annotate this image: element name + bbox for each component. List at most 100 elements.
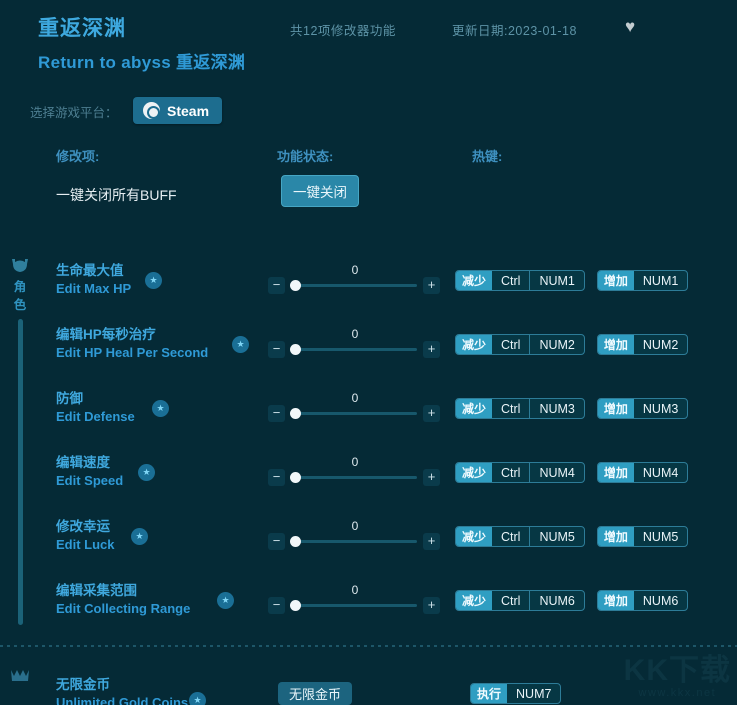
decrease-hotkey[interactable]: 减少 Ctrl NUM2 bbox=[455, 334, 585, 355]
decrease-key-label: NUM6 bbox=[539, 593, 575, 608]
increase-hotkey[interactable]: 增加 NUM1 bbox=[596, 270, 689, 291]
slider-track[interactable] bbox=[293, 604, 417, 607]
slider-track[interactable] bbox=[293, 412, 417, 415]
decrease-modifier-label: Ctrl bbox=[492, 463, 531, 482]
slider-track[interactable] bbox=[293, 476, 417, 479]
platform-row: 选择游戏平台： bbox=[0, 88, 737, 130]
disable-all-buff-button[interactable]: 一键关闭 bbox=[281, 175, 359, 207]
update-date: 更新日期:2023-01-18 bbox=[452, 24, 577, 38]
decrease-button[interactable]: − bbox=[268, 469, 285, 486]
row-label-en: Edit HP Heal Per Second bbox=[56, 345, 209, 360]
increase-button[interactable]: + bbox=[423, 533, 440, 550]
slider-track[interactable] bbox=[293, 540, 417, 543]
row-labels: 编辑采集范围 Edit Collecting Range ★ bbox=[56, 582, 234, 618]
platform-steam-button[interactable]: Steam bbox=[133, 97, 223, 124]
decrease-key-label: NUM3 bbox=[539, 401, 575, 416]
unlimited-gold-button[interactable]: 无限金币 bbox=[278, 682, 352, 705]
decrease-action-label: 减少 bbox=[456, 591, 493, 610]
increase-hotkey[interactable]: 增加 NUM6 bbox=[596, 590, 689, 611]
decrease-hotkey[interactable]: 减少 Ctrl NUM6 bbox=[455, 590, 585, 611]
decrease-hotkey[interactable]: 减少 Ctrl NUM1 bbox=[455, 270, 585, 291]
favorite-heart-icon[interactable]: ♥ bbox=[625, 18, 635, 35]
increase-action-label: 增加 bbox=[597, 527, 634, 546]
slider-thumb[interactable] bbox=[290, 472, 301, 483]
row-labels: 生命最大值 Edit Max HP ★ bbox=[56, 262, 162, 298]
value-slider[interactable]: 0 − + bbox=[268, 519, 440, 554]
decrease-button[interactable]: − bbox=[268, 405, 285, 422]
star-badge-icon[interactable]: ★ bbox=[189, 692, 206, 705]
slider-track[interactable] bbox=[293, 284, 417, 287]
hotkey-group: 减少 Ctrl NUM3 增加 NUM3 bbox=[455, 398, 689, 419]
increase-action-label: 增加 bbox=[597, 591, 634, 610]
execute-hotkey[interactable]: 执行 NUM7 bbox=[470, 683, 562, 704]
slider-thumb[interactable] bbox=[290, 408, 301, 419]
increase-button[interactable]: + bbox=[423, 597, 440, 614]
hotkey-group: 减少 Ctrl NUM4 增加 NUM4 bbox=[455, 462, 689, 483]
slider-thumb[interactable] bbox=[290, 600, 301, 611]
increase-action-label: 增加 bbox=[597, 271, 634, 290]
hotkey-group: 减少 Ctrl NUM5 增加 NUM5 bbox=[455, 526, 689, 547]
slider-value: 0 bbox=[351, 327, 359, 341]
decrease-hotkey[interactable]: 减少 Ctrl NUM4 bbox=[455, 462, 585, 483]
section-divider bbox=[0, 645, 737, 647]
increase-button[interactable]: + bbox=[423, 469, 440, 486]
bottom-row-label-en: Unlimited Gold Coins bbox=[56, 695, 189, 705]
value-slider[interactable]: 0 − + bbox=[268, 583, 440, 618]
value-slider[interactable]: 0 − + bbox=[268, 391, 440, 426]
decrease-button[interactable]: − bbox=[268, 341, 285, 358]
decrease-action-label: 减少 bbox=[456, 271, 493, 290]
decrease-button[interactable]: − bbox=[268, 277, 285, 294]
page-title-cn: 重返深渊 bbox=[38, 17, 126, 40]
slider-thumb[interactable] bbox=[290, 280, 301, 291]
row-label-en: Edit Speed bbox=[56, 473, 124, 488]
page-title-en: Return to abyss 重返深渊 bbox=[38, 53, 246, 72]
row-labels: 编辑HP每秒治疗 Edit HP Heal Per Second ★ bbox=[56, 326, 249, 362]
decrease-modifier-label: Ctrl bbox=[492, 591, 531, 610]
modifier-row: 编辑速度 Edit Speed ★ 0 − + 减少 Ctrl NUM4 增加 … bbox=[0, 450, 737, 506]
star-badge-icon[interactable]: ★ bbox=[232, 336, 249, 353]
increase-button[interactable]: + bbox=[423, 277, 440, 294]
increase-key-label: NUM5 bbox=[642, 529, 679, 544]
star-badge-icon[interactable]: ★ bbox=[131, 528, 148, 545]
watermark-url: www.kkx.net bbox=[638, 687, 717, 699]
increase-hotkey[interactable]: 增加 NUM5 bbox=[596, 526, 689, 547]
star-badge-icon[interactable]: ★ bbox=[145, 272, 162, 289]
increase-key-label: NUM3 bbox=[642, 401, 679, 416]
decrease-hotkey[interactable]: 减少 Ctrl NUM5 bbox=[455, 526, 585, 547]
hotkey-group: 减少 Ctrl NUM1 增加 NUM1 bbox=[455, 270, 689, 291]
slider-thumb[interactable] bbox=[290, 344, 301, 355]
bottom-hotkey-group[interactable]: 执行 NUM7 bbox=[470, 683, 562, 704]
row-label-en: Edit Max HP bbox=[56, 281, 132, 296]
slider-thumb[interactable] bbox=[290, 536, 301, 547]
decrease-button[interactable]: − bbox=[268, 597, 285, 614]
increase-button[interactable]: + bbox=[423, 405, 440, 422]
decrease-action-label: 减少 bbox=[456, 527, 493, 546]
decrease-action-label: 减少 bbox=[456, 463, 493, 482]
value-slider[interactable]: 0 − + bbox=[268, 263, 440, 298]
increase-hotkey[interactable]: 增加 NUM2 bbox=[596, 334, 689, 355]
increase-button[interactable]: + bbox=[423, 341, 440, 358]
increase-hotkey[interactable]: 增加 NUM3 bbox=[596, 398, 689, 419]
platform-steam-label: Steam bbox=[167, 102, 210, 119]
buff-row-label: 一键关闭所有BUFF bbox=[56, 187, 177, 203]
decrease-modifier-label: Ctrl bbox=[492, 271, 531, 290]
decrease-button[interactable]: − bbox=[268, 533, 285, 550]
modifier-row: 防御 Edit Defense ★ 0 − + 减少 Ctrl NUM3 增加 … bbox=[0, 386, 737, 442]
value-slider[interactable]: 0 − + bbox=[268, 455, 440, 490]
row-labels: 防御 Edit Defense ★ bbox=[56, 390, 169, 426]
slider-track[interactable] bbox=[293, 348, 417, 351]
star-badge-icon[interactable]: ★ bbox=[152, 400, 169, 417]
hotkey-group: 减少 Ctrl NUM6 增加 NUM6 bbox=[455, 590, 689, 611]
slider-value: 0 bbox=[351, 455, 359, 469]
star-badge-icon[interactable]: ★ bbox=[217, 592, 234, 609]
decrease-hotkey[interactable]: 减少 Ctrl NUM3 bbox=[455, 398, 585, 419]
star-badge-icon[interactable]: ★ bbox=[138, 464, 155, 481]
increase-hotkey[interactable]: 增加 NUM4 bbox=[596, 462, 689, 483]
hotkey-group: 减少 Ctrl NUM2 增加 NUM2 bbox=[455, 334, 689, 355]
slider-value: 0 bbox=[351, 391, 359, 405]
increase-action-label: 增加 bbox=[597, 399, 634, 418]
header: 重返深渊 Return to abyss 重返深渊 共12项修改器功能 更新日期… bbox=[0, 0, 737, 88]
slider-value: 0 bbox=[351, 583, 359, 597]
value-slider[interactable]: 0 − + bbox=[268, 327, 440, 362]
steam-icon bbox=[143, 102, 160, 119]
